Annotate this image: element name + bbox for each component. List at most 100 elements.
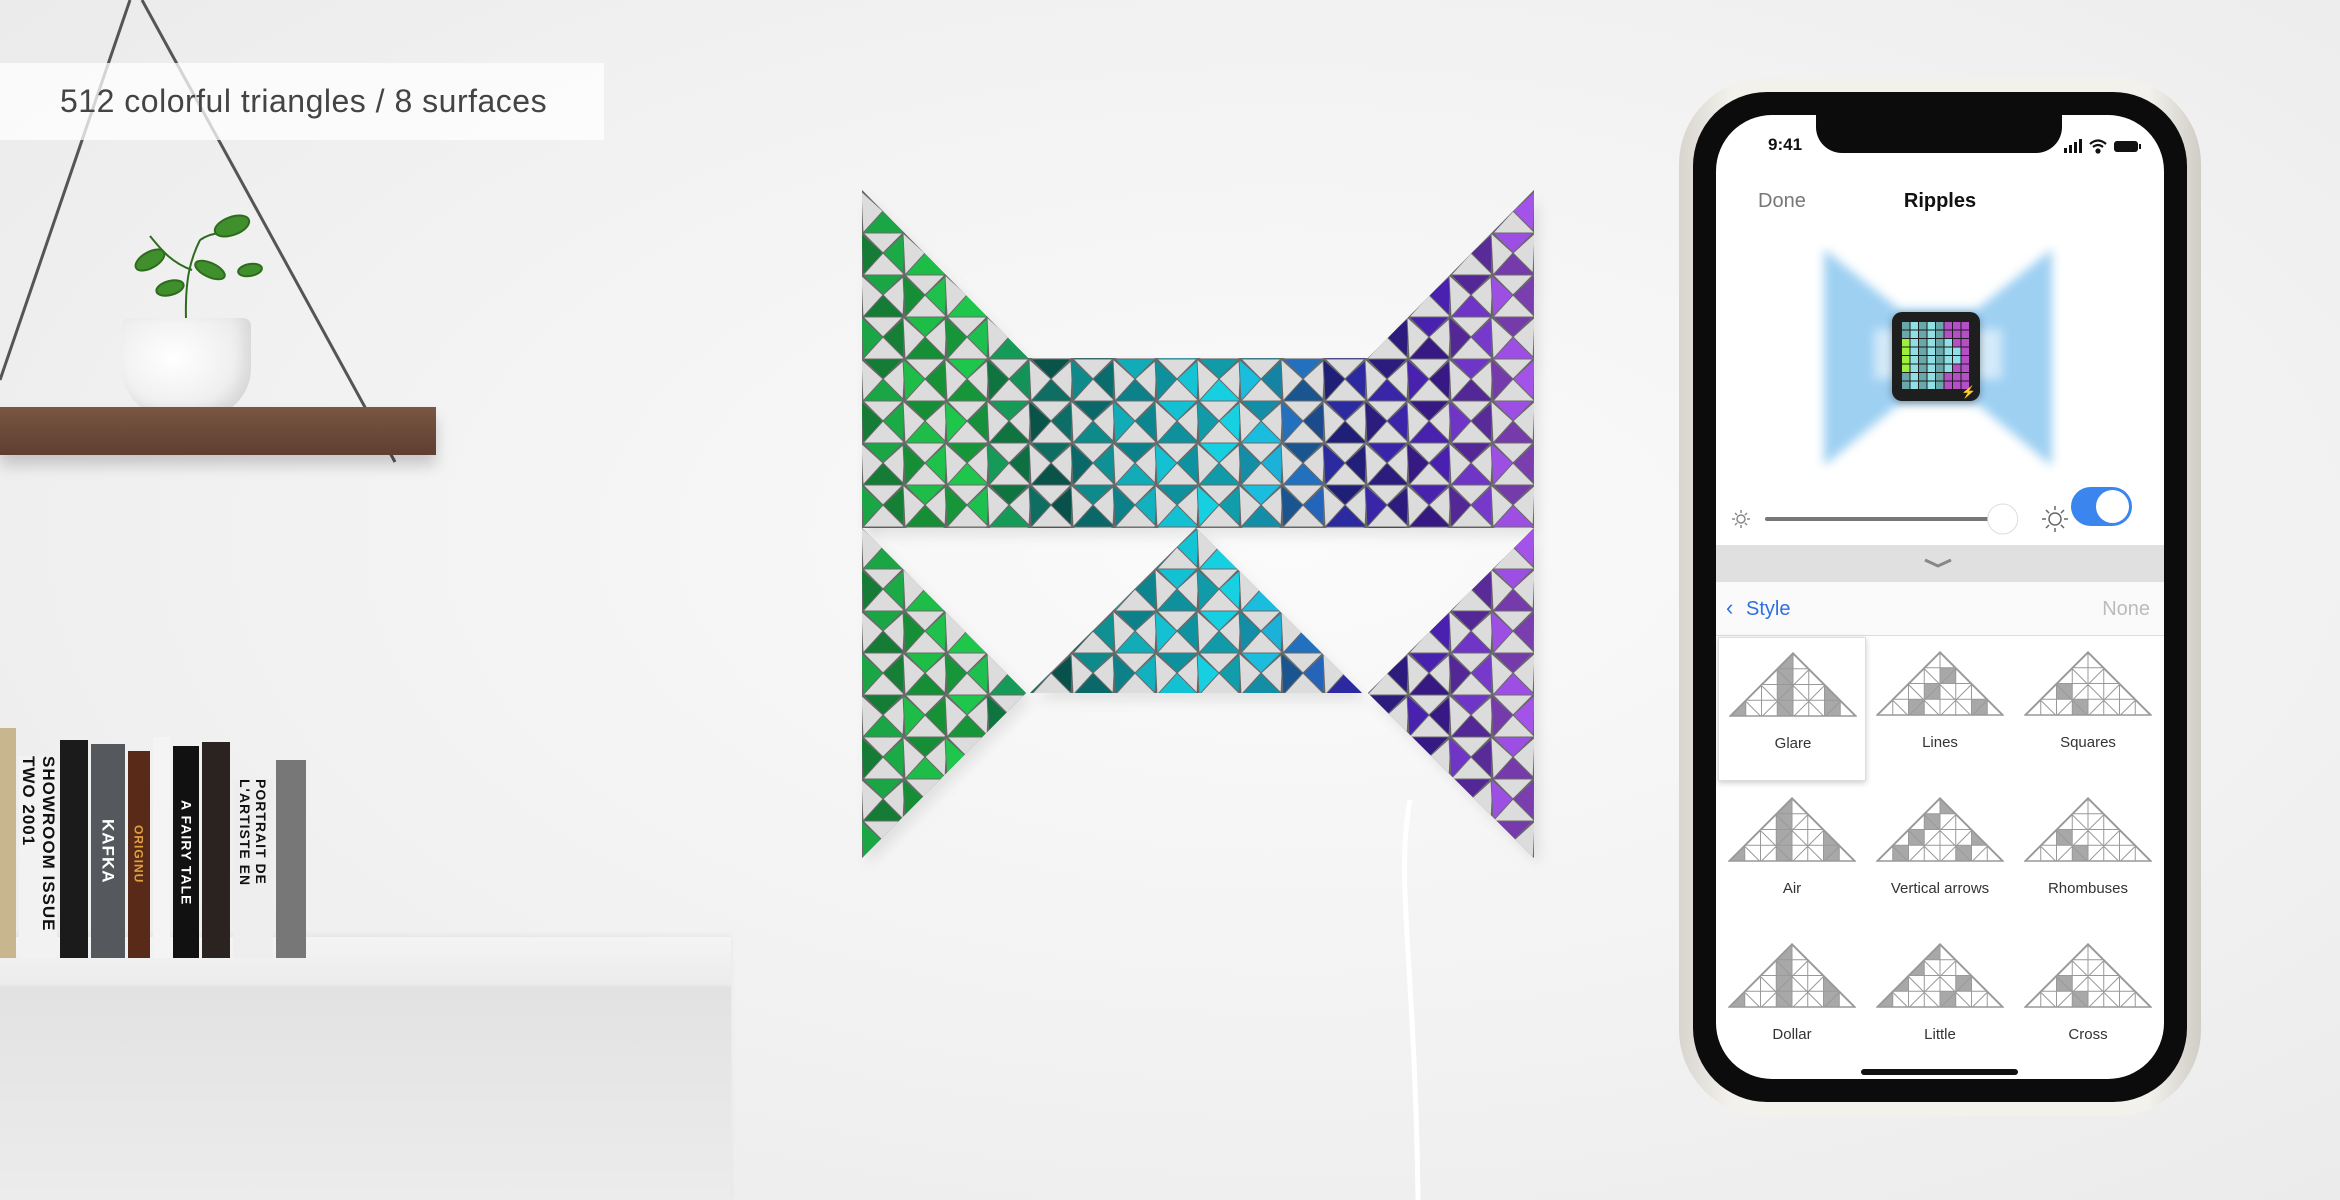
triangle-tile bbox=[1279, 252, 1327, 276]
triangle-tile bbox=[1386, 190, 1410, 235]
triangle-tile bbox=[1321, 210, 1369, 234]
triangle-tile bbox=[966, 819, 990, 858]
home-indicator[interactable] bbox=[1861, 1069, 2018, 1075]
triangle-tile bbox=[1196, 819, 1220, 858]
triangle-tile bbox=[1071, 736, 1115, 758]
triangle-tile bbox=[1365, 778, 1409, 800]
triangle-tile bbox=[1321, 714, 1369, 738]
triangle-tile bbox=[1238, 819, 1262, 858]
triangle-tile bbox=[1111, 252, 1159, 276]
triangle-tile bbox=[1323, 778, 1367, 800]
triangle-tile bbox=[1428, 231, 1452, 277]
style-preview-triangle bbox=[1728, 943, 1856, 1008]
triangle-tile bbox=[1027, 336, 1075, 360]
style-option-squares[interactable]: Squares bbox=[2014, 637, 2162, 781]
triangle-tile bbox=[1050, 819, 1074, 858]
style-option-lines[interactable]: Lines bbox=[1866, 637, 2014, 781]
triangle-tile bbox=[1092, 231, 1116, 277]
triangle-tile bbox=[1154, 231, 1178, 277]
triangle-tile bbox=[1195, 252, 1243, 276]
triangle-tile bbox=[1344, 567, 1368, 613]
style-preview-triangle bbox=[1876, 943, 2004, 1008]
triangle-tile bbox=[1197, 778, 1241, 800]
pixel bbox=[1953, 381, 1961, 389]
triangle-tile bbox=[987, 232, 1031, 254]
triangle-tile bbox=[1029, 610, 1073, 632]
triangle-tile bbox=[1323, 736, 1367, 758]
pixel bbox=[1953, 322, 1961, 330]
style-option-vertical-arrows[interactable]: Vertical arrows bbox=[1866, 783, 2014, 927]
style-row[interactable]: ‹ Style None bbox=[1716, 582, 2164, 636]
pixel bbox=[1961, 339, 1969, 347]
triangle-tile bbox=[1197, 316, 1241, 338]
pixel bbox=[1919, 347, 1927, 355]
triangle-tile bbox=[1027, 840, 1075, 858]
triangle-tile bbox=[1363, 252, 1411, 276]
triangle-tile bbox=[1092, 735, 1116, 781]
style-option-little[interactable]: Little bbox=[1866, 929, 2014, 1073]
style-option-rhombuses[interactable]: Rhombuses bbox=[2014, 783, 2162, 927]
triangle-tile bbox=[1405, 210, 1453, 234]
style-option-air[interactable]: Air bbox=[1718, 783, 1866, 927]
pixel bbox=[1902, 381, 1910, 389]
triangle-tile bbox=[1280, 190, 1304, 235]
triangle-tile bbox=[1470, 190, 1494, 235]
triangle-tile bbox=[987, 610, 1031, 632]
triangle-tile bbox=[1153, 294, 1201, 318]
style-option-dollar[interactable]: Dollar bbox=[1718, 929, 1866, 1073]
triangle-tile bbox=[1322, 231, 1346, 277]
triangle-tile bbox=[1364, 273, 1388, 319]
triangle-tile bbox=[1218, 231, 1242, 277]
pixel bbox=[1944, 364, 1952, 372]
triangle-tile bbox=[1028, 315, 1052, 361]
pixel bbox=[1944, 330, 1952, 338]
pixel bbox=[1902, 347, 1910, 355]
triangle-tile bbox=[1281, 190, 1325, 212]
battery-icon bbox=[2114, 141, 2141, 152]
effect-app-icon[interactable]: ⚡ bbox=[1892, 312, 1980, 401]
pixel bbox=[1910, 381, 1918, 389]
triangle-tile bbox=[1470, 819, 1494, 858]
triangle-tile bbox=[1197, 274, 1241, 296]
pixel bbox=[1902, 322, 1910, 330]
triangle-tile bbox=[1071, 232, 1115, 254]
collapse-handle[interactable] bbox=[1716, 545, 2164, 582]
triangle-tile bbox=[1195, 336, 1243, 360]
pixel bbox=[1944, 347, 1952, 355]
triangle-tile bbox=[924, 190, 948, 235]
triangle-tile bbox=[1238, 735, 1262, 781]
pixel bbox=[1953, 356, 1961, 364]
toggle-knob bbox=[2096, 490, 2129, 523]
triangle-tile bbox=[1134, 231, 1158, 277]
triangle-tile bbox=[1154, 735, 1178, 781]
style-option-cross[interactable]: Cross bbox=[2014, 929, 2162, 1073]
style-option-glare[interactable]: Glare bbox=[1718, 637, 1866, 781]
style-back-button[interactable]: Style bbox=[1746, 598, 1790, 621]
triangle-tile bbox=[1069, 210, 1117, 234]
triangle-tile bbox=[1008, 819, 1032, 858]
triangle-tile bbox=[1113, 778, 1157, 800]
triangle-tile bbox=[1153, 756, 1201, 780]
triangle-tile bbox=[1069, 252, 1117, 276]
triangle-tile bbox=[1239, 316, 1283, 338]
triangle-tile bbox=[1281, 778, 1325, 800]
power-cable bbox=[1402, 799, 1421, 1200]
triangle-tile bbox=[1323, 820, 1367, 842]
triangle-tile bbox=[1070, 231, 1094, 277]
triangle-tile bbox=[1050, 231, 1074, 277]
power-toggle[interactable] bbox=[2071, 487, 2132, 526]
triangle-tile bbox=[1363, 798, 1411, 822]
triangle-tile bbox=[1153, 798, 1201, 822]
triangle-tile bbox=[1069, 714, 1117, 738]
triangle-tile bbox=[1281, 568, 1325, 590]
pixel bbox=[1910, 339, 1918, 347]
triangle-tile bbox=[1092, 190, 1116, 235]
triangle-tile bbox=[1197, 820, 1241, 842]
triangle-tile bbox=[1112, 777, 1136, 823]
triangle-tile bbox=[1407, 190, 1451, 212]
triangle-tile bbox=[1154, 315, 1178, 361]
triangle-tile bbox=[1280, 819, 1304, 858]
triangle-tile bbox=[1406, 231, 1430, 277]
brightness-slider-thumb[interactable] bbox=[1987, 503, 2019, 535]
triangle-tile bbox=[1260, 735, 1284, 781]
